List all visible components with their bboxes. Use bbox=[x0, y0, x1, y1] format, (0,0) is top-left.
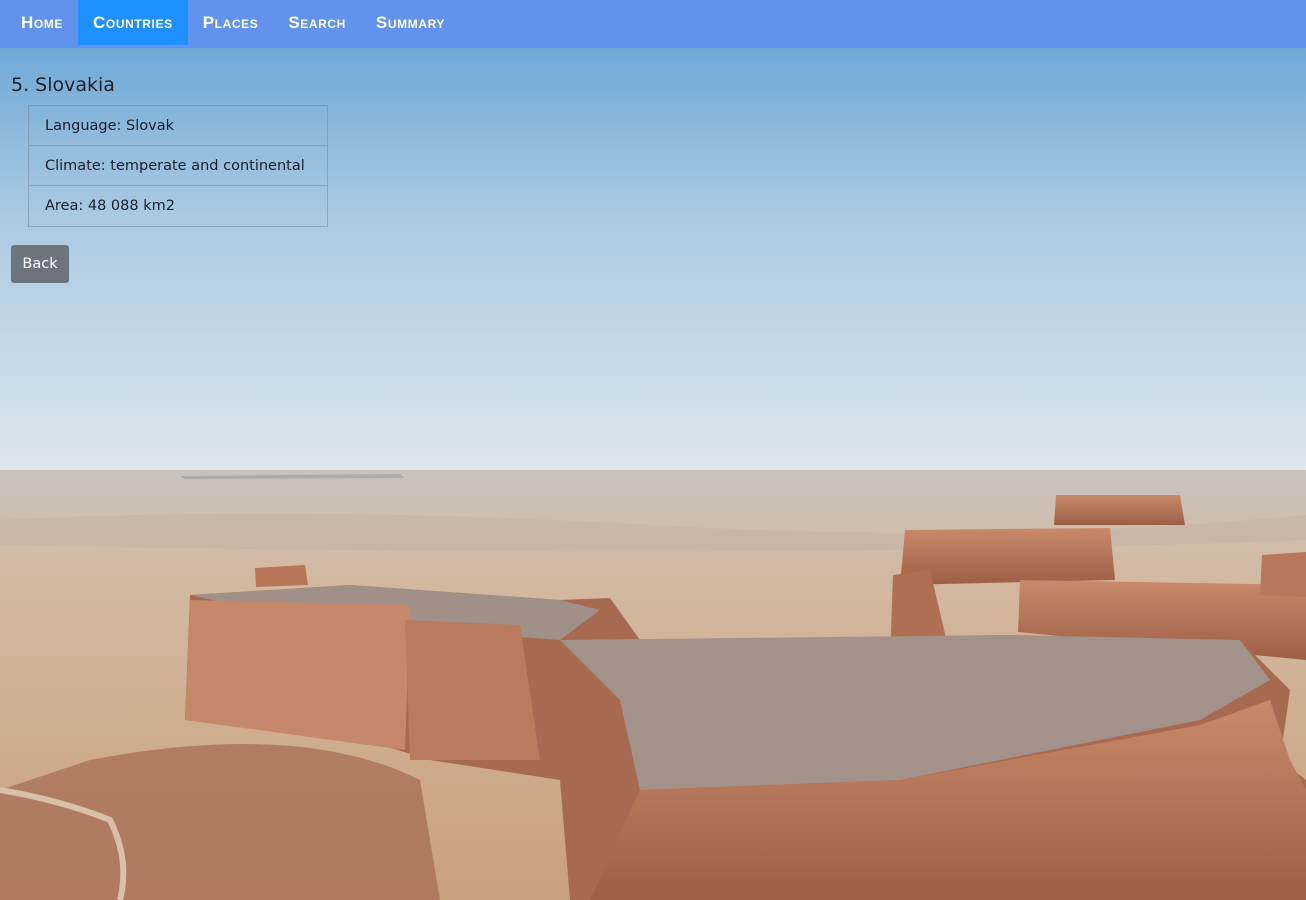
info-language: Language: Slovak bbox=[29, 106, 327, 146]
back-button[interactable]: Back bbox=[11, 245, 69, 283]
nav-countries[interactable]: Countries bbox=[78, 0, 188, 45]
info-area: Area: 48 088 km2 bbox=[45, 198, 175, 214]
country-title: 5. Slovakia bbox=[11, 74, 115, 96]
country-info-list: Language: Slovak Climate: temperate and … bbox=[28, 105, 328, 227]
page: Home Countries Places Search Summary 5. … bbox=[0, 0, 1306, 900]
nav-search[interactable]: Search bbox=[273, 0, 361, 45]
info-climate: Climate: temperate and continental bbox=[29, 146, 327, 186]
nav-summary[interactable]: Summary bbox=[361, 0, 460, 45]
top-navbar: Home Countries Places Search Summary bbox=[0, 0, 1306, 48]
nav-home[interactable]: Home bbox=[6, 0, 78, 45]
nav-places[interactable]: Places bbox=[188, 0, 274, 45]
